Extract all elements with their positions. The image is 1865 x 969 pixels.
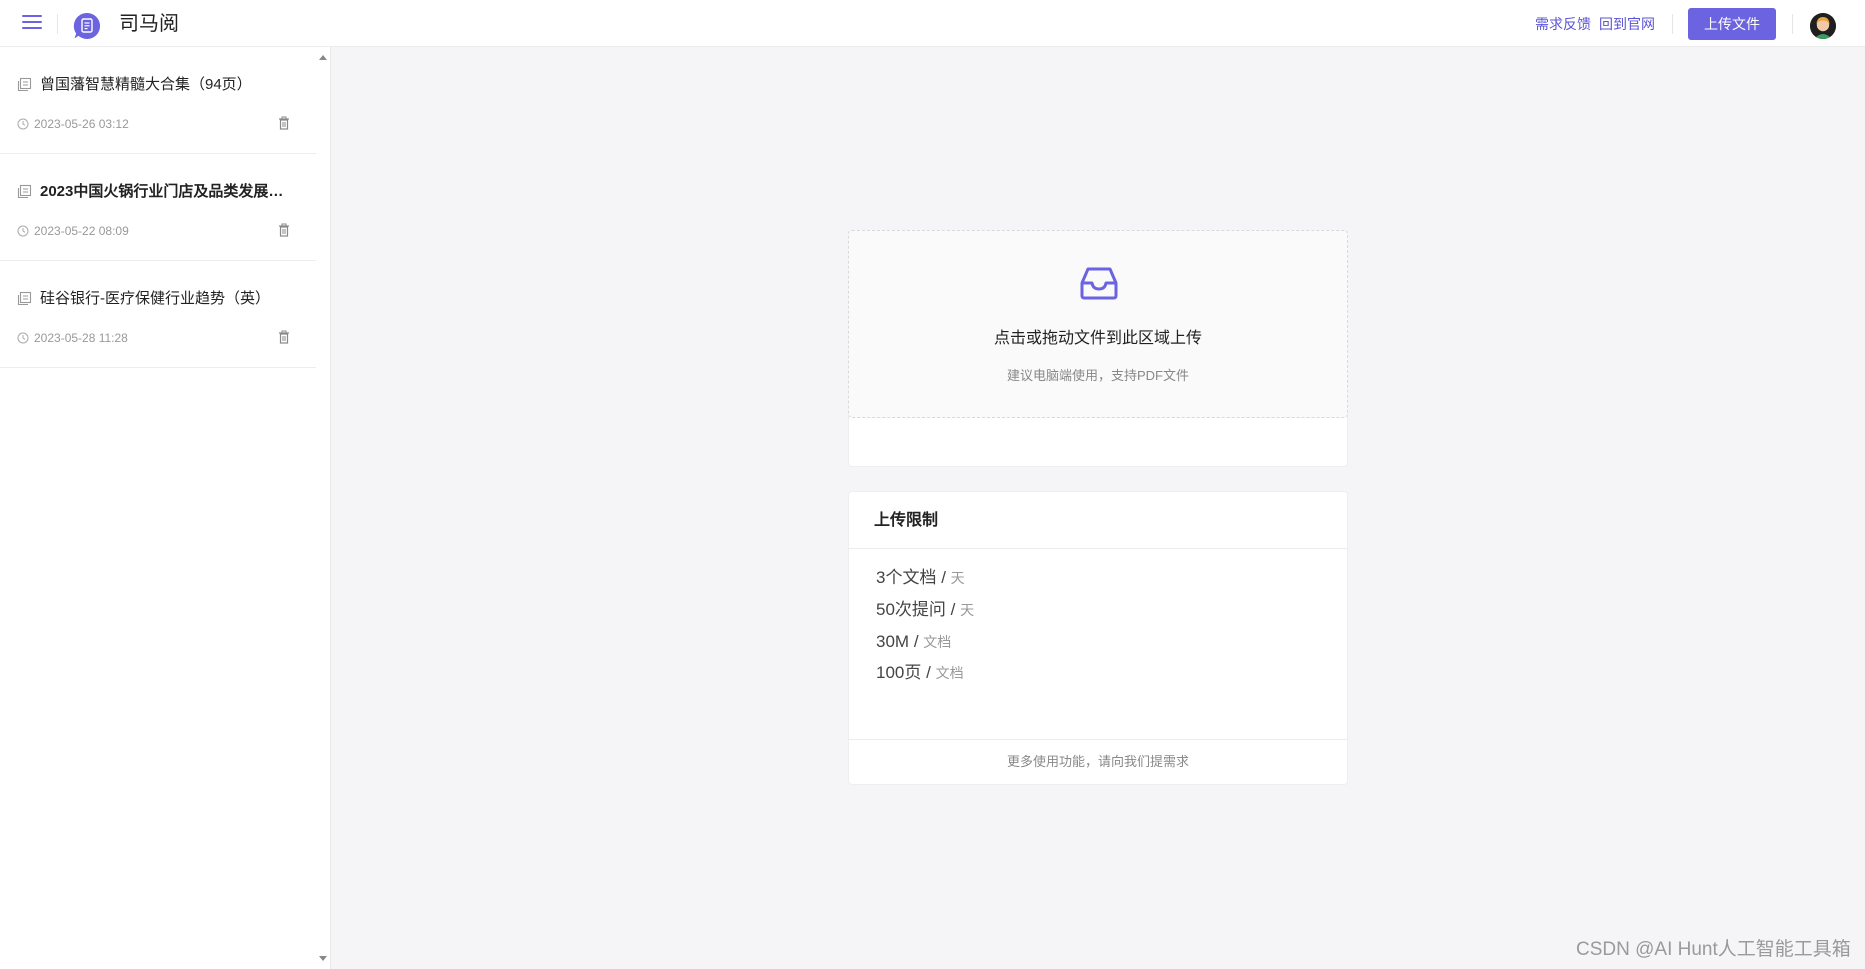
clock-icon	[17, 118, 29, 130]
menu-icon[interactable]	[22, 15, 42, 31]
limit-separator: /	[950, 600, 956, 619]
delete-icon[interactable]	[278, 116, 290, 130]
limit-unit: 文档	[935, 665, 964, 681]
limit-value: 3个文档	[876, 568, 937, 587]
limit-separator: /	[926, 663, 931, 682]
scroll-down-icon[interactable]	[318, 954, 328, 964]
limit-item: 30M / 文档	[876, 631, 951, 653]
limit-unit: 文档	[923, 634, 952, 650]
official-site-link[interactable]: 回到官网	[1599, 15, 1655, 33]
divider	[57, 14, 58, 34]
top-bar: 司马阅 需求反馈 回到官网 上传文件	[0, 0, 1865, 47]
doc-date: 2023-05-28 11:28	[34, 331, 128, 345]
limit-item: 100页 / 文档	[876, 662, 964, 684]
document-icon	[17, 77, 32, 92]
limit-item: 3个文档 / 天	[876, 567, 965, 589]
upload-dropzone[interactable]: 点击或拖动文件到此区域上传 建议电脑端使用，支持PDF文件	[848, 230, 1348, 418]
document-icon	[17, 291, 32, 306]
sidebar-doc-item[interactable]: 曾国藩智慧精髓大合集（94页） 2023-05-26 03:12	[0, 47, 316, 154]
limits-footer: 更多使用功能，请向我们提需求	[849, 739, 1347, 785]
doc-title: 曾国藩智慧精髓大合集（94页）	[40, 76, 252, 93]
delete-icon[interactable]	[278, 330, 290, 344]
clock-icon	[17, 225, 29, 237]
limits-title: 上传限制	[874, 512, 939, 529]
document-icon	[17, 184, 32, 199]
divider	[1672, 14, 1673, 34]
limit-separator: /	[941, 568, 946, 587]
watermark: CSDN @AI Hunt人工智能工具箱	[1576, 939, 1851, 960]
limit-value: 30M	[876, 632, 910, 651]
user-avatar-icon	[1810, 13, 1836, 39]
upload-card: 点击或拖动文件到此区域上传 建议电脑端使用，支持PDF文件	[848, 230, 1348, 467]
feedback-link[interactable]: 需求反馈	[1535, 15, 1591, 33]
doc-date: 2023-05-26 03:12	[34, 117, 129, 131]
upload-file-button[interactable]: 上传文件	[1688, 8, 1776, 40]
app-logo-icon	[73, 12, 101, 39]
limit-unit: 天	[960, 602, 975, 618]
dropzone-text: 点击或拖动文件到此区域上传	[993, 330, 1202, 347]
doc-title: 2023中国火锅行业门店及品类发展报告	[40, 183, 292, 200]
divider	[1792, 14, 1793, 34]
limit-value: 100页	[876, 663, 922, 682]
limit-value: 50次提问	[876, 600, 946, 619]
limit-separator: /	[913, 632, 919, 651]
delete-icon[interactable]	[278, 223, 290, 237]
limit-item: 50次提问 / 天	[876, 599, 974, 621]
sidebar: 曾国藩智慧精髓大合集（94页） 2023-05-26 03:12 2023中国火…	[0, 47, 331, 969]
avatar[interactable]	[1810, 13, 1836, 39]
scroll-up-icon[interactable]	[318, 52, 328, 62]
sidebar-doc-item[interactable]: 2023中国火锅行业门店及品类发展报告 2023-05-22 08:09	[0, 154, 316, 261]
limits-header: 上传限制	[849, 492, 1347, 549]
clock-icon	[17, 332, 29, 344]
app-title: 司马阅	[119, 13, 179, 35]
doc-title: 硅谷银行-医疗保健行业趋势（英）	[40, 290, 270, 307]
upload-limits-card: 上传限制 3个文档 / 天 50次提问 / 天 30M / 文档 100页 / …	[848, 491, 1348, 785]
limit-unit: 天	[950, 570, 965, 586]
inbox-icon	[1080, 267, 1118, 300]
dropzone-hint: 建议电脑端使用，支持PDF文件	[1006, 368, 1189, 383]
doc-date: 2023-05-22 08:09	[34, 224, 129, 238]
sidebar-doc-item[interactable]: 硅谷银行-医疗保健行业趋势（英） 2023-05-28 11:28	[0, 261, 316, 368]
